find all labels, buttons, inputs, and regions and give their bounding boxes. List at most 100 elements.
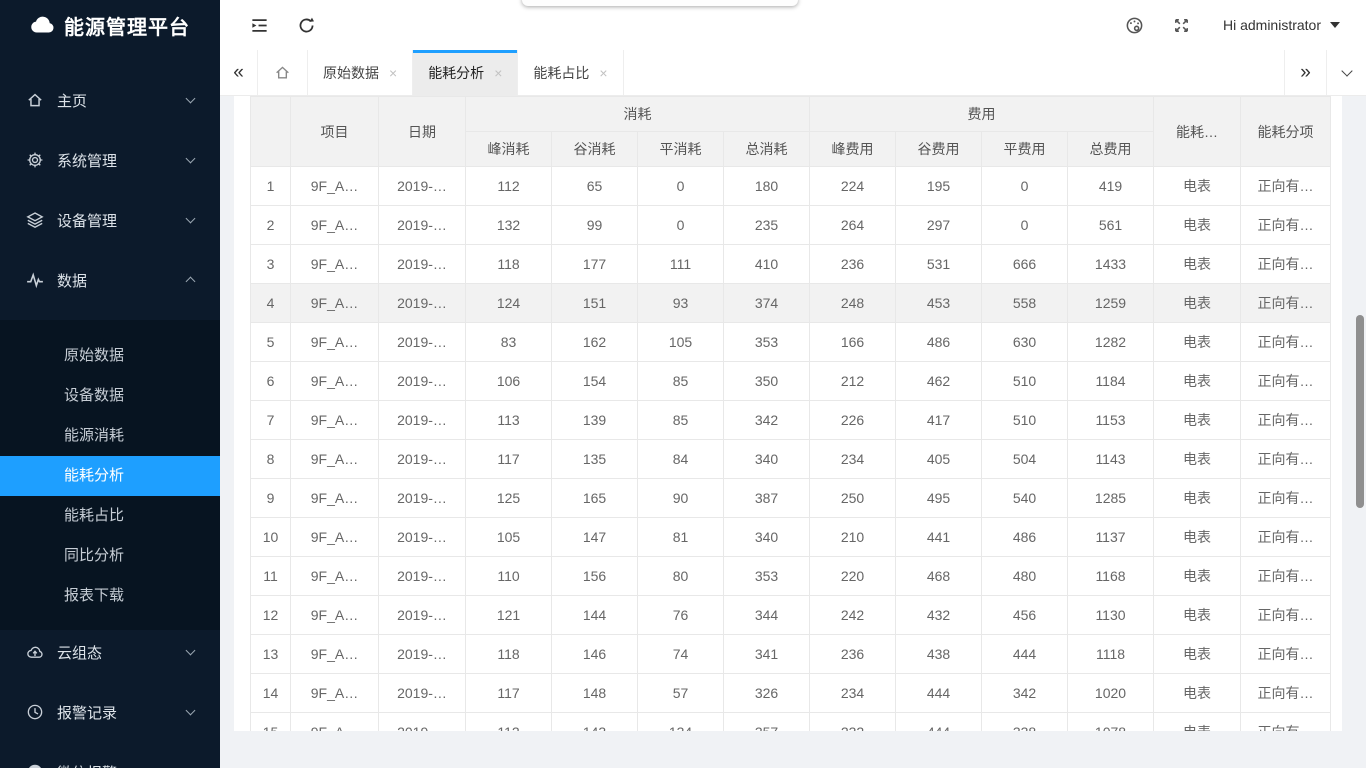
sidebar-subitem-1[interactable]: 设备数据 [0, 376, 220, 416]
sidebar-item-1[interactable]: 系统管理 [0, 140, 220, 180]
sidebar-item-5[interactable]: 报警记录 [0, 692, 220, 732]
sidebar-subitem-4[interactable]: 能耗占比 [0, 496, 220, 536]
tab-1[interactable]: 能耗分析× [413, 50, 518, 95]
table-row[interactable]: 109F_A…2019-…105147813402104414861137电表正… [251, 518, 1331, 557]
tabs-scroll-left-icon[interactable]: « [220, 50, 258, 95]
sidebar-subitem-6[interactable]: 报表下载 [0, 576, 220, 616]
table-cell: 90 [638, 479, 724, 518]
user-dropdown-caret[interactable] [1330, 22, 1340, 28]
table-row[interactable]: 159F_A…2019-…1121431343572324443381078电表… [251, 713, 1331, 732]
table-cell: 9F_A… [291, 635, 379, 674]
table-cell: 2019-… [379, 713, 466, 732]
theme-palette-icon[interactable] [1125, 16, 1144, 35]
table-row[interactable]: 49F_A…2019-…124151933742484535581259电表正向… [251, 284, 1331, 323]
table-cell: 2019-… [379, 557, 466, 596]
table-cell: 113 [466, 401, 552, 440]
chevron-down-icon [186, 154, 196, 164]
table-row[interactable]: 79F_A…2019-…113139853422264175101153电表正向… [251, 401, 1331, 440]
table-cell: 1130 [1068, 596, 1154, 635]
sidebar-subitem-5[interactable]: 同比分析 [0, 536, 220, 576]
tabs-scroll-right-icon[interactable]: » [1284, 50, 1326, 95]
table-row[interactable]: 29F_A…2019-…1329902352642970561电表正向有… [251, 206, 1331, 245]
table-cell: 9F_A… [291, 440, 379, 479]
sidebar-item-3[interactable]: 数据 [0, 260, 220, 300]
table-cell: 0 [982, 206, 1068, 245]
sidebar-item-4[interactable]: 云组态 [0, 632, 220, 672]
table-cell: 2019-… [379, 401, 466, 440]
content-area: 项目日期消耗费用能耗…能耗分项峰消耗谷消耗平消耗总消耗峰费用谷费用平费用总费用1… [220, 96, 1366, 768]
sidebar-item-0[interactable]: 主页 [0, 80, 220, 120]
tabs-menu-icon[interactable] [1326, 50, 1366, 95]
table-cell: 234 [810, 674, 896, 713]
sidebar-subitem-3[interactable]: 能耗分析 [0, 456, 220, 496]
table-row[interactable]: 139F_A…2019-…118146743412364384441118电表正… [251, 635, 1331, 674]
table-cell: 146 [552, 635, 638, 674]
table-row[interactable]: 119F_A…2019-…110156803532204684801168电表正… [251, 557, 1331, 596]
table-cell: 111 [638, 245, 724, 284]
sidebar-item-label: 微信报警 [57, 762, 117, 768]
table-cell: 166 [810, 323, 896, 362]
table-cell: 453 [896, 284, 982, 323]
fullscreen-icon[interactable] [1172, 16, 1191, 35]
table-row[interactable]: 19F_A…2019-…1126501802241950419电表正向有… [251, 167, 1331, 206]
table-cell: 正向有… [1241, 401, 1331, 440]
sidebar-subitem-0[interactable]: 原始数据 [0, 336, 220, 376]
table-row[interactable]: 59F_A…2019-…831621053531664866301282电表正向… [251, 323, 1331, 362]
column-subheader: 峰消耗 [466, 132, 552, 167]
table-row[interactable]: 129F_A…2019-…121144763442424324561130电表正… [251, 596, 1331, 635]
table-cell: 165 [552, 479, 638, 518]
refresh-icon[interactable] [297, 16, 316, 35]
table-row[interactable]: 39F_A…2019-…1181771114102365316661433电表正… [251, 245, 1331, 284]
table-cell: 1259 [1068, 284, 1154, 323]
table-cell: 84 [638, 440, 724, 479]
collapse-menu-icon[interactable] [250, 16, 269, 35]
tabbar-spacer [624, 50, 1284, 95]
tab-2[interactable]: 能耗占比× [518, 50, 623, 95]
table-cell: 正向有… [1241, 596, 1331, 635]
table-cell: 2019-… [379, 323, 466, 362]
table-cell: 9F_A… [291, 518, 379, 557]
wechat-icon [26, 763, 44, 768]
table-cell: 353 [724, 557, 810, 596]
vertical-scrollbar-thumb[interactable] [1356, 315, 1364, 508]
table-cell: 340 [724, 440, 810, 479]
sidebar-item-2[interactable]: 设备管理 [0, 200, 220, 240]
sidebar-subitem-2[interactable]: 能源消耗 [0, 416, 220, 456]
column-header-tail-0: 能耗… [1154, 97, 1241, 167]
table-row[interactable]: 69F_A…2019-…106154853502124625101184电表正向… [251, 362, 1331, 401]
table-cell: 410 [724, 245, 810, 284]
table-row[interactable]: 89F_A…2019-…117135843402344055041143电表正向… [251, 440, 1331, 479]
tab-0[interactable]: 原始数据× [308, 50, 413, 95]
user-greeting[interactable]: Hi administrator [1223, 17, 1321, 33]
table-cell: 正向有… [1241, 557, 1331, 596]
close-icon[interactable]: × [599, 66, 607, 80]
column-subheader: 峰费用 [810, 132, 896, 167]
table-cell: 338 [982, 713, 1068, 732]
sidebar-item-label: 云组态 [57, 642, 102, 663]
table-cell: 156 [552, 557, 638, 596]
close-icon[interactable]: × [494, 66, 502, 80]
table-cell: 297 [896, 206, 982, 245]
table-cell: 电表 [1154, 479, 1241, 518]
table-cell: 220 [810, 557, 896, 596]
table-cell: 444 [896, 674, 982, 713]
sidebar-item-6[interactable]: 微信报警 [0, 752, 220, 768]
table-row[interactable]: 99F_A…2019-…125165903872504955401285电表正向… [251, 479, 1331, 518]
table-cell: 正向有… [1241, 284, 1331, 323]
table-cell: 9F_A… [291, 674, 379, 713]
table-cell: 电表 [1154, 167, 1241, 206]
sidebar: 能源管理平台 主页系统管理设备管理数据原始数据设备数据能源消耗能耗分析能耗占比同… [0, 0, 220, 768]
close-icon[interactable]: × [389, 66, 397, 80]
table-cell: 1078 [1068, 713, 1154, 732]
table-cell: 93 [638, 284, 724, 323]
table-cell: 118 [466, 245, 552, 284]
tab-home[interactable] [258, 50, 308, 95]
table-cell: 248 [810, 284, 896, 323]
energy-analysis-table: 项目日期消耗费用能耗…能耗分项峰消耗谷消耗平消耗总消耗峰费用谷费用平费用总费用1… [250, 96, 1331, 731]
table-row[interactable]: 149F_A…2019-…117148573262344443421020电表正… [251, 674, 1331, 713]
table-cell: 2019-… [379, 479, 466, 518]
table-cell: 电表 [1154, 596, 1241, 635]
table-cell: 242 [810, 596, 896, 635]
table-cell: 438 [896, 635, 982, 674]
sidebar-item-label: 数据 [57, 270, 87, 291]
